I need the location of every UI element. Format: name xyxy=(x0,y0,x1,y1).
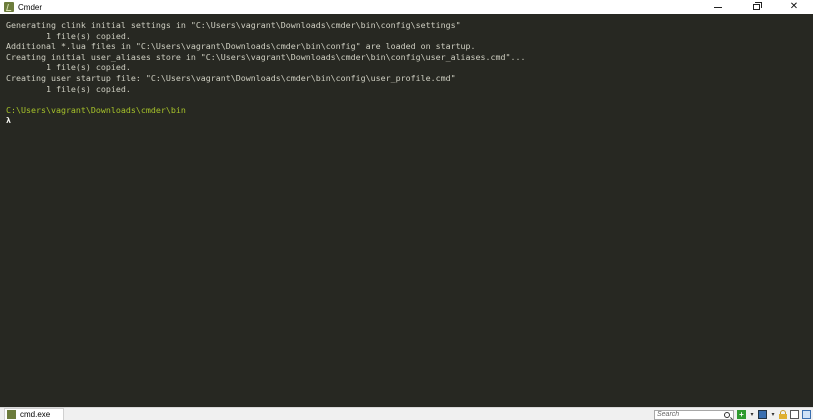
close-button[interactable]: ✕ xyxy=(775,0,813,14)
single-pane-icon[interactable] xyxy=(802,410,811,419)
chevron-down-icon[interactable]: ▾ xyxy=(770,410,776,419)
split-pane-icon[interactable] xyxy=(790,410,799,419)
cmder-app-icon xyxy=(4,2,14,12)
minimize-icon xyxy=(714,6,722,8)
search-field[interactable] xyxy=(654,409,734,420)
status-bar: cmd.exe + ▾ ▾ xyxy=(0,407,813,420)
console-output[interactable]: Generating clink initial settings in "C:… xyxy=(0,14,813,407)
console-line: Creating user startup file: "C:\Users\va… xyxy=(6,72,456,83)
console-line: 1 file(s) copied. xyxy=(6,83,131,94)
restore-icon xyxy=(752,2,762,10)
lock-icon[interactable] xyxy=(779,410,787,419)
close-icon: ✕ xyxy=(789,1,799,12)
add-tab-icon[interactable]: + xyxy=(737,410,746,419)
tab-cmd[interactable]: cmd.exe xyxy=(4,408,64,420)
current-directory: C:\Users\vagrant\Downloads\cmder\bin xyxy=(6,104,186,115)
search-input[interactable] xyxy=(657,410,719,419)
search-icon[interactable] xyxy=(724,411,730,418)
console-line: Creating initial user_aliases store in "… xyxy=(6,51,526,62)
console-line: Generating clink initial settings in "C:… xyxy=(6,20,461,30)
window-controls: ✕ xyxy=(699,0,813,14)
window-title: Cmder xyxy=(18,2,43,12)
minimize-button[interactable] xyxy=(699,0,737,14)
command-prompt[interactable]: λ xyxy=(6,115,807,126)
title-bar: Cmder ✕ xyxy=(0,0,813,14)
chevron-down-icon[interactable]: ▾ xyxy=(749,410,755,419)
grid-view-icon[interactable] xyxy=(758,410,767,419)
toolbar: + ▾ ▾ xyxy=(654,408,811,420)
console-line: 1 file(s) copied. xyxy=(6,30,131,41)
console-tab-icon xyxy=(7,410,16,419)
console-line: 1 file(s) copied. xyxy=(6,62,131,73)
restore-button[interactable] xyxy=(737,0,775,14)
console-line: Additional *.lua files in "C:\Users\vagr… xyxy=(6,41,476,52)
tab-label: cmd.exe xyxy=(20,410,51,419)
